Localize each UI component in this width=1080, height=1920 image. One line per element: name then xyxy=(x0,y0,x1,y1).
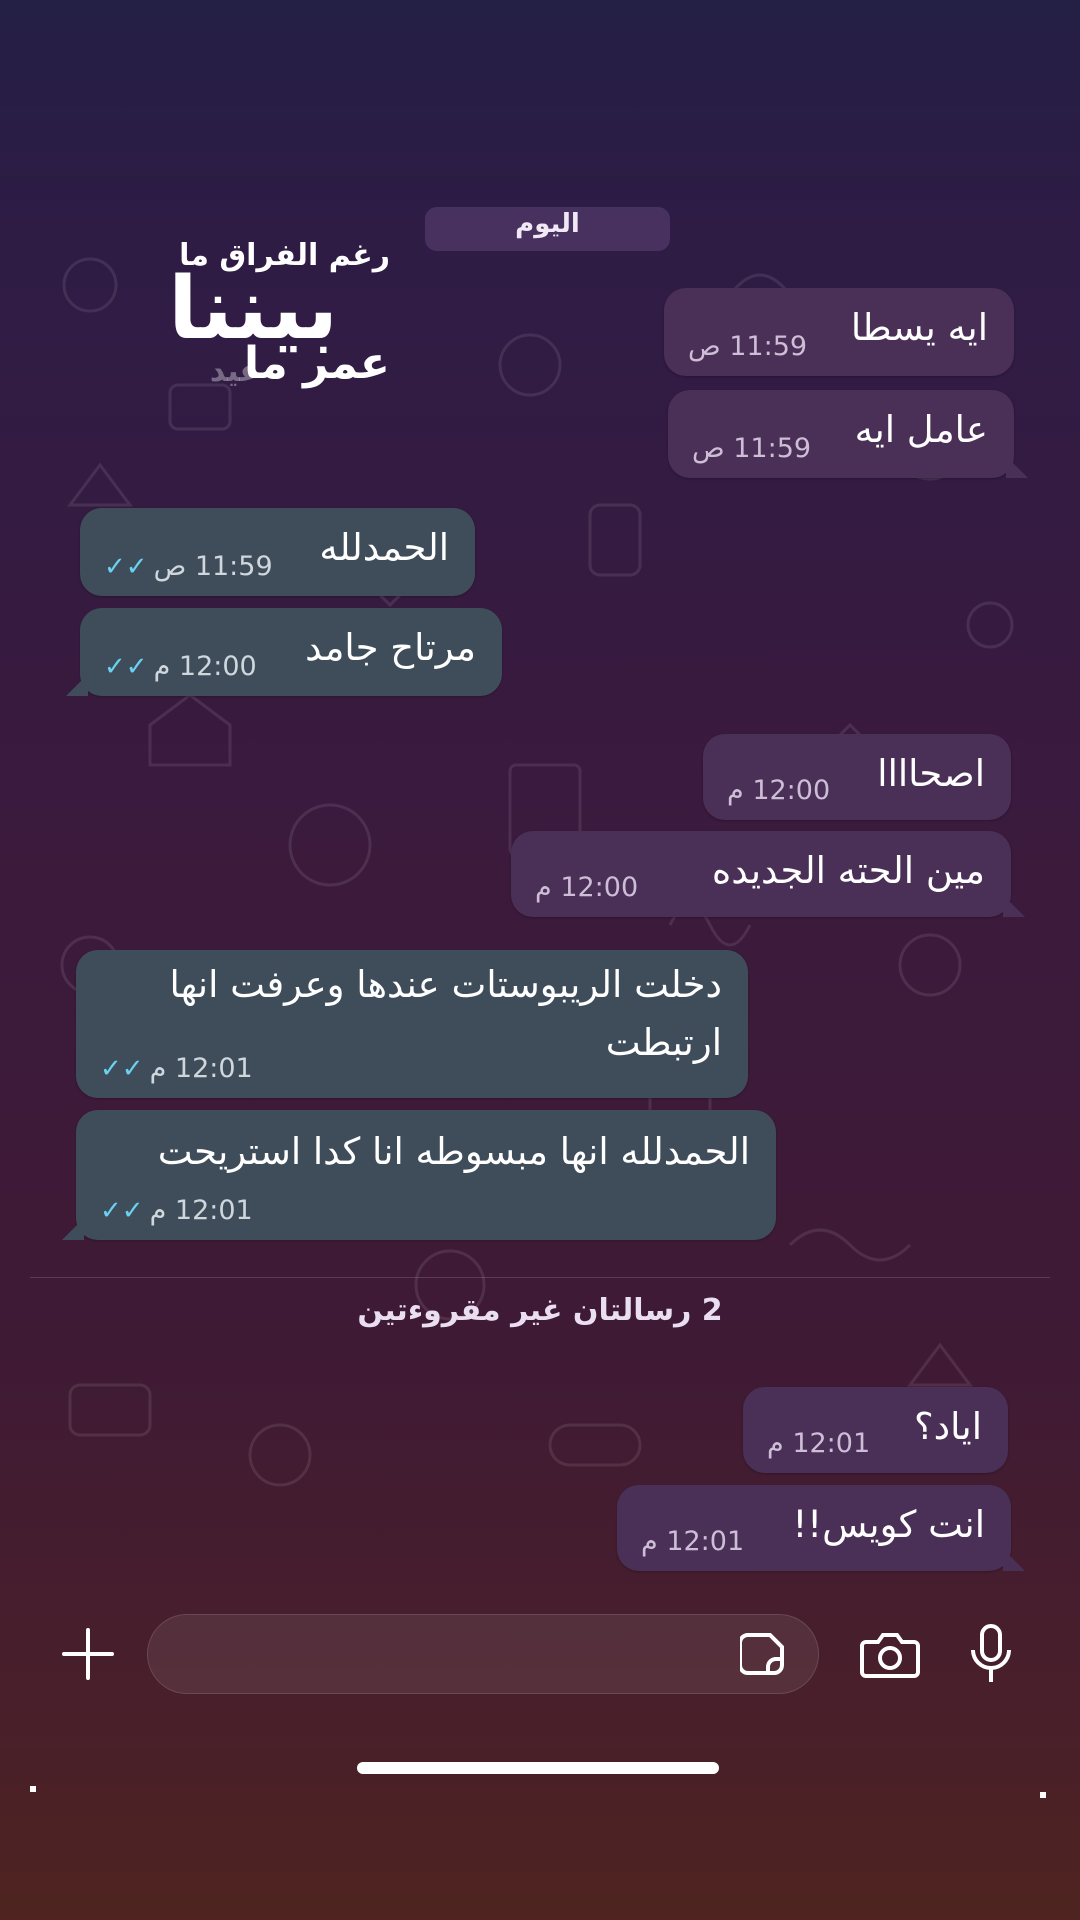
read-ticks-icon: ✓✓ xyxy=(100,1054,144,1084)
message-time: 11:59 ص xyxy=(688,331,808,362)
overlay-logo: رغم الفراق ما بيننا عمر ما عيد xyxy=(168,232,390,392)
message-time: 11:59 ص xyxy=(153,551,273,582)
message-bubble[interactable]: دخلت الريبوستات عندها وعرفت انها ارتبطت … xyxy=(76,950,748,1098)
message-bubble[interactable]: اياد؟ 12:01 م xyxy=(743,1387,1008,1473)
message-meta: 12:01 م✓✓ xyxy=(100,1053,253,1084)
message-text: اصحاااا xyxy=(877,752,985,795)
date-chip: اليوم xyxy=(425,207,670,251)
message-time: 12:01 م xyxy=(149,1053,253,1084)
message-text: مين الحته الجديده xyxy=(711,849,985,892)
frame-corner xyxy=(30,1786,36,1792)
message-bubble[interactable]: اصحاااا 12:00 م xyxy=(703,734,1011,820)
unread-divider-label: 2 رسالتان غير مقروءتين xyxy=(357,1293,723,1328)
message-bubble[interactable]: مين الحته الجديده 12:00 م xyxy=(511,831,1025,917)
message-time: 12:00 م xyxy=(727,775,831,806)
bubble-tail xyxy=(62,1218,84,1240)
microphone-icon[interactable] xyxy=(968,1624,1014,1684)
message-text: الحمدلله انها مبسوطه انا كدا استريحت xyxy=(157,1130,750,1173)
message-bubble[interactable]: انت كويس!! 12:01 م xyxy=(617,1485,1025,1571)
message-text: انت كويس!! xyxy=(792,1503,985,1546)
plus-icon[interactable] xyxy=(62,1628,114,1680)
sticker-icon[interactable] xyxy=(740,1631,786,1677)
message-time: 12:00 م xyxy=(153,651,257,682)
read-ticks-icon: ✓✓ xyxy=(100,1196,144,1226)
read-ticks-icon: ✓✓ xyxy=(104,652,148,682)
unread-divider-line xyxy=(30,1277,1050,1278)
overlay-line-4: عيد xyxy=(209,354,260,389)
message-text: الحمدلله xyxy=(319,526,449,569)
read-ticks-icon: ✓✓ xyxy=(104,552,148,582)
message-meta: 11:59 ص✓✓ xyxy=(104,551,273,582)
bubble-tail xyxy=(1006,456,1028,478)
message-time: 12:00 م xyxy=(535,872,639,903)
message-bubble[interactable]: مرتاح جامد 12:00 م✓✓ xyxy=(66,608,502,696)
message-text: اياد؟ xyxy=(914,1405,982,1448)
bubble-tail xyxy=(1003,1549,1025,1571)
message-meta: 12:00 م✓✓ xyxy=(104,651,257,682)
message-bubble[interactable]: الحمدلله انها مبسوطه انا كدا استريحت 12:… xyxy=(62,1110,776,1240)
message-time: 12:01 م xyxy=(641,1526,745,1557)
message-text: ايه يسطا xyxy=(850,306,988,349)
bubble-tail xyxy=(1003,895,1025,917)
message-text: عامل ايه xyxy=(854,408,988,451)
bubble-tail xyxy=(66,674,88,696)
message-input[interactable] xyxy=(147,1614,819,1694)
frame-corner xyxy=(1040,1792,1046,1798)
message-time: 12:01 م xyxy=(149,1195,253,1226)
message-bubble[interactable]: عامل ايه 11:59 ص xyxy=(668,390,1028,478)
message-time: 12:01 م xyxy=(767,1428,871,1459)
input-bar xyxy=(0,1600,1080,1710)
message-text: مرتاح جامد xyxy=(305,626,476,669)
message-time: 11:59 ص xyxy=(692,433,812,464)
overlay-line-3: عمر ما xyxy=(243,338,390,389)
message-bubble[interactable]: ايه يسطا 11:59 ص xyxy=(664,288,1014,376)
message-meta: 12:01 م✓✓ xyxy=(100,1195,253,1226)
home-indicator[interactable] xyxy=(357,1762,719,1774)
camera-icon[interactable] xyxy=(860,1630,920,1678)
message-bubble[interactable]: الحمدلله 11:59 ص✓✓ xyxy=(80,508,475,596)
